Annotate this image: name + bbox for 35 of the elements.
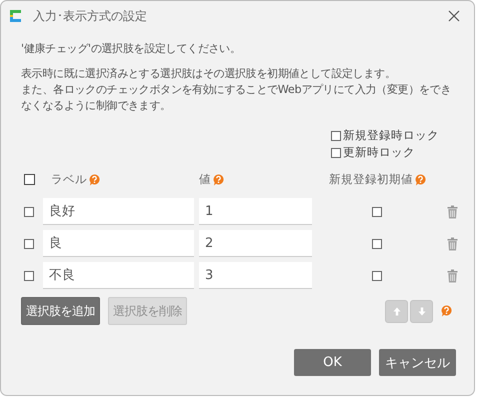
cancel-button[interactable]: キャンセル — [379, 349, 456, 376]
value-input[interactable]: 2 — [199, 230, 312, 257]
checkbox[interactable] — [331, 148, 341, 158]
checkbox-label: 新規登録時ロック — [343, 128, 439, 143]
window-title: 入力･表示方式の設定 — [33, 8, 148, 24]
select-all-checkbox[interactable] — [24, 174, 35, 185]
default-checkbox[interactable] — [372, 238, 382, 248]
checkbox-label: 更新時ロック — [343, 145, 415, 160]
help-icon[interactable] — [213, 174, 224, 186]
instruction-text: また、各ロックのチェックボタンを有効にすることでWebアプリにて入力（変更）をできなくなるように制御できます。 — [21, 82, 452, 114]
instruction-text: 表示時に既に選択済みとする選択肢はその選択肢を初期値として設定します。 — [21, 66, 397, 82]
label-input[interactable]: 良好 — [43, 198, 194, 225]
column-header: 新規登録初期値 — [329, 172, 413, 187]
instruction-text: '健康チェッグ'の選択肢を設定してください。 — [21, 41, 242, 57]
row-checkbox[interactable] — [24, 238, 34, 248]
default-checkbox[interactable] — [372, 206, 382, 216]
help-icon[interactable] — [441, 305, 452, 317]
help-icon[interactable] — [415, 174, 426, 186]
value-input[interactable]: 3 — [199, 262, 312, 289]
column-header: 値 — [199, 172, 211, 187]
row-checkbox[interactable] — [24, 206, 34, 216]
default-checkbox[interactable] — [372, 270, 382, 280]
app-logo-icon — [7, 8, 23, 24]
up-arrow-icon — [392, 306, 400, 316]
label-input[interactable]: 不良 — [43, 262, 194, 289]
label-input[interactable]: 良 — [43, 230, 194, 257]
down-arrow-icon — [418, 306, 426, 316]
row-checkbox[interactable] — [24, 270, 34, 280]
column-header: ラベル — [51, 172, 87, 187]
action-button[interactable]: 選択肢を追加 — [21, 297, 100, 325]
checkbox[interactable] — [331, 130, 341, 140]
help-icon[interactable] — [89, 174, 100, 186]
close-icon[interactable] — [448, 10, 460, 22]
ok-button[interactable]: OK — [294, 349, 371, 376]
value-input[interactable]: 1 — [199, 198, 312, 225]
